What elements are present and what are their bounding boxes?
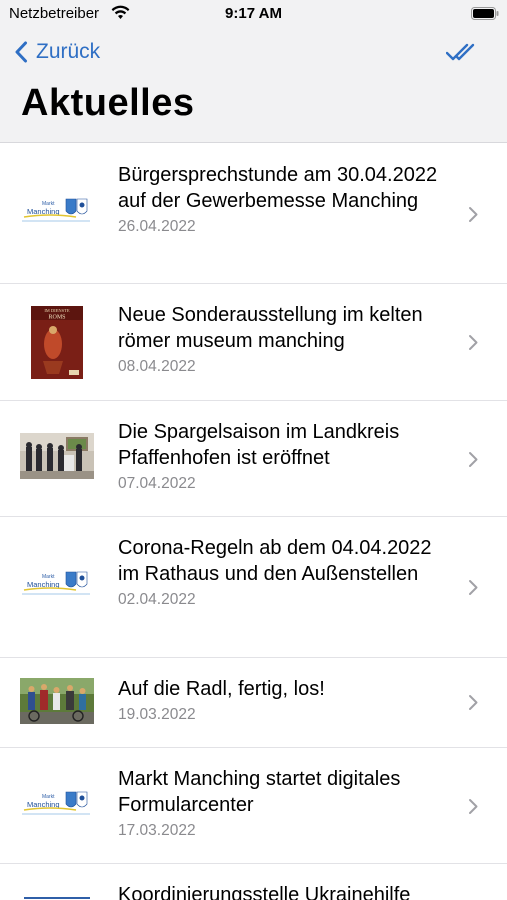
news-date: 26.04.2022 xyxy=(118,218,196,235)
news-title: Koordinierungsstelle Ukrainehilfe xyxy=(118,884,411,900)
chevron-right-icon xyxy=(469,799,478,814)
back-label: Zurück xyxy=(36,40,101,63)
news-item[interactable]: Markt Manching Bürgersprechstunde am 30.… xyxy=(0,144,507,284)
header-area: Netzbetreiber 9:17 AM Zurück Aktuelles xyxy=(0,0,507,143)
news-item[interactable]: IM DIENSTE ROMS Neue Sonderausstellung i… xyxy=(0,284,507,401)
chevron-right-icon xyxy=(469,335,478,350)
news-title: Markt Manching startet digitales Formula… xyxy=(118,768,401,816)
page-title: Aktuelles xyxy=(21,82,195,124)
status-bar: Netzbetreiber 9:17 AM xyxy=(0,0,507,30)
exhibition-poster-thumbnail: IM DIENSTE ROMS xyxy=(31,306,83,379)
news-date: 17.03.2022 xyxy=(118,822,196,839)
news-date: 02.04.2022 xyxy=(118,591,196,608)
news-title: Bürgersprechstunde am 30.04.2022 auf der… xyxy=(118,164,438,212)
chevron-right-icon xyxy=(469,580,478,595)
poster-line2: ROMS xyxy=(48,315,65,321)
status-time: 9:17 AM xyxy=(225,5,282,22)
news-item[interactable]: Markt Manching Markt Manching startet di… xyxy=(0,748,507,864)
news-date: 08.04.2022 xyxy=(118,358,196,375)
cyclists-photo-thumbnail xyxy=(20,678,94,724)
chevron-left-icon xyxy=(15,41,27,63)
mark-all-read-button[interactable] xyxy=(446,42,476,62)
news-list: Markt Manching Bürgersprechstunde am 30.… xyxy=(0,144,507,900)
news-title: Neue Sonderausstellung im kelten römer m… xyxy=(118,304,423,352)
news-item[interactable]: Koordinierungsstelle Ukrainehilfe xyxy=(0,864,507,900)
markt-manching-logo-thumbnail: Markt Manching xyxy=(20,784,94,830)
poster-line1: IM DIENSTE xyxy=(44,308,70,313)
news-item[interactable]: Die Spargelsaison im Landkreis Pfaffenho… xyxy=(0,401,507,517)
news-item[interactable]: Markt Manching Corona-Regeln ab dem 04.0… xyxy=(0,517,507,658)
group-photo-thumbnail xyxy=(20,433,94,479)
chevron-right-icon xyxy=(469,452,478,467)
chevron-right-icon xyxy=(469,695,478,710)
navigation-bar: Zurück xyxy=(0,30,507,74)
news-date: 19.03.2022 xyxy=(118,706,196,723)
news-title: Corona-Regeln ab dem 04.04.2022 im Ratha… xyxy=(118,537,432,585)
news-date: 07.04.2022 xyxy=(118,475,196,492)
markt-manching-logo-thumbnail: Markt Manching xyxy=(20,191,94,237)
news-title: Die Spargelsaison im Landkreis Pfaffenho… xyxy=(118,421,400,469)
news-item[interactable]: Auf die Radl, fertig, los! 19.03.2022 xyxy=(0,658,507,748)
back-button[interactable]: Zurück xyxy=(14,38,100,66)
news-title: Auf die Radl, fertig, los! xyxy=(118,678,325,700)
markt-manching-logo-thumbnail: Markt Manching xyxy=(20,564,94,610)
battery-icon xyxy=(471,7,499,20)
chevron-right-icon xyxy=(469,207,478,222)
